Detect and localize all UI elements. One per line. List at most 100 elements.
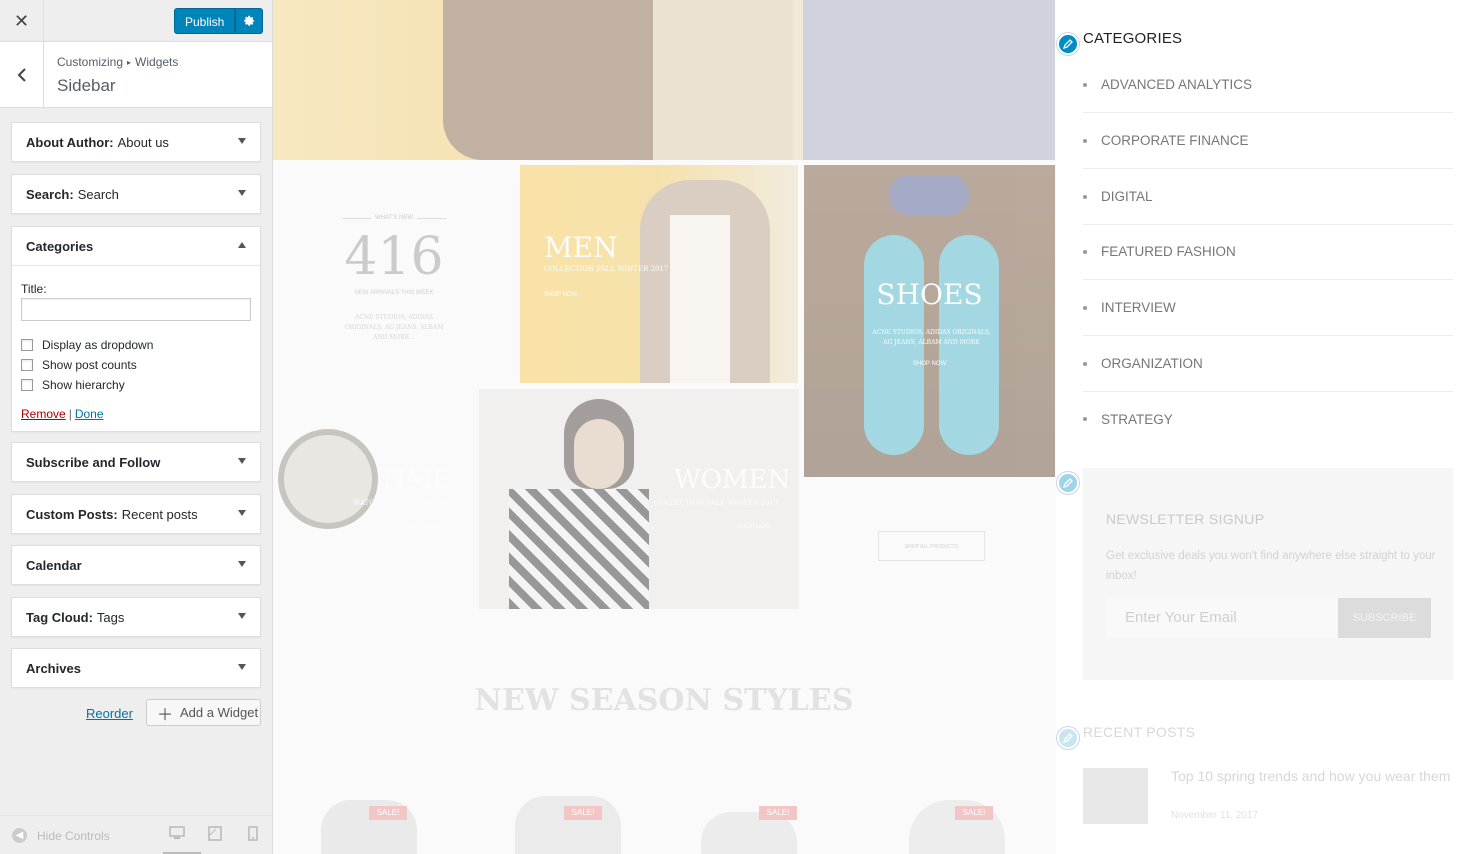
bullet	[1083, 249, 1087, 254]
subscribe-button[interactable]: SUBSCRIBE	[1338, 598, 1431, 638]
men-shirt	[670, 215, 730, 383]
category-label: FEATURED FASHION	[1101, 244, 1236, 259]
widget-header[interactable]: Calendar	[12, 546, 260, 584]
widget-custom-posts[interactable]: Custom Posts: Recent posts	[11, 494, 261, 534]
email-field[interactable]: Enter Your Email	[1106, 598, 1338, 638]
done-link[interactable]: Done	[75, 407, 104, 421]
customizer-panel: ✕ Publish Customizing ▸ Widgets Sidebar Ab…	[0, 0, 273, 854]
title-label: Title:	[21, 282, 47, 296]
option-hierarchy[interactable]: Show hierarchy	[21, 377, 251, 393]
widget-subtitle: Recent posts	[121, 506, 198, 522]
shop-all-button[interactable]: SHOP ALL PRODUCTS	[878, 531, 985, 561]
edit-shortcut-icon[interactable]	[1057, 33, 1079, 55]
expand-arrow-icon[interactable]	[238, 190, 246, 196]
remove-link[interactable]: Remove	[21, 407, 66, 421]
checkbox[interactable]	[21, 359, 33, 371]
widget-header[interactable]: Search: Search	[12, 175, 260, 213]
shoes-cta[interactable]: SHOP NOW	[804, 361, 1055, 367]
women-subtitle: COLLECTION FALL WINTER 2017	[654, 499, 779, 507]
category-item[interactable]: CORPORATE FINANCE	[1083, 113, 1453, 169]
expand-arrow-icon[interactable]	[238, 510, 246, 516]
widget-subscribe-follow[interactable]: Subscribe and Follow	[11, 442, 261, 482]
widget-title: Search:	[26, 186, 74, 202]
gear-icon[interactable]	[235, 8, 264, 34]
sale-badge: SALE!	[369, 806, 407, 820]
expand-arrow-icon[interactable]	[238, 138, 246, 144]
category-label: CORPORATE FINANCE	[1101, 133, 1249, 148]
men-cta[interactable]: SHOP NOW	[544, 292, 577, 298]
page-title: Sidebar	[57, 76, 116, 95]
promo-men[interactable]: MEN COLLECTION FALL WINTER 2017 SHOP NOW	[520, 165, 798, 383]
reorder-link[interactable]: Reorder	[86, 706, 133, 721]
expand-arrow-icon[interactable]	[238, 664, 246, 670]
plus-icon: ＋	[157, 706, 174, 724]
men-title: MEN	[544, 231, 618, 264]
edit-shortcut-icon[interactable]	[1057, 472, 1079, 494]
new-arrivals-label: NEW ARRIVALS THIS WEEK	[354, 290, 434, 296]
category-label: ORGANIZATION	[1101, 356, 1203, 371]
option-post-counts[interactable]: Show post counts	[21, 357, 251, 373]
edit-shortcut-icon[interactable]	[1057, 727, 1079, 749]
checkbox[interactable]	[21, 339, 33, 351]
promo-women[interactable]: WOMEN COLLECTION FALL WINTER 2017 SHOP N…	[479, 389, 799, 609]
bowtie	[889, 175, 969, 215]
widget-header[interactable]: Subscribe and Follow	[12, 443, 260, 481]
title-input[interactable]	[21, 298, 251, 321]
time-subtitle: WATCH COLLECTION 2017	[353, 499, 454, 507]
bullet	[1083, 417, 1087, 421]
breadcrumb: Customizing ▸ Widgets	[57, 55, 178, 69]
category-item[interactable]: STRATEGY	[1083, 391, 1453, 447]
widget-tag-cloud[interactable]: Tag Cloud: Tags	[11, 597, 261, 637]
publish-button[interactable]: Publish	[174, 8, 236, 34]
widget-header[interactable]: Archives	[12, 649, 260, 687]
hero-image-blue	[803, 0, 1055, 160]
desktop-preview-icon[interactable]	[163, 826, 201, 854]
widget-title: Custom Posts:	[26, 506, 118, 522]
option-dropdown[interactable]: Display as dropdown	[21, 337, 251, 353]
newsletter-widget: NEWSLETTER SIGNUP Get exclusive deals yo…	[1083, 468, 1453, 680]
close-icon[interactable]: ✕	[0, 0, 44, 42]
hide-controls-label: Hide Controls	[37, 828, 110, 843]
mobile-preview-icon[interactable]	[248, 826, 258, 846]
post-thumbnail[interactable]	[1083, 768, 1148, 824]
time-cta[interactable]: SHOP NOW	[406, 524, 439, 530]
time-title: TIME	[378, 465, 452, 495]
widget-header[interactable]: Custom Posts: Recent posts	[12, 495, 260, 533]
product-image[interactable]	[515, 796, 621, 854]
category-item[interactable]: FEATURED FASHION	[1083, 224, 1453, 280]
women-dress	[509, 489, 649, 609]
add-widget-button[interactable]: ＋ Add a Widget	[146, 699, 261, 726]
category-item[interactable]: DIGITAL	[1083, 169, 1453, 225]
women-cta[interactable]: SHOP NOW	[737, 524, 770, 530]
widget-archives[interactable]: Archives	[11, 648, 261, 688]
widget-search[interactable]: Search: Search	[11, 174, 261, 214]
category-item[interactable]: INTERVIEW	[1083, 280, 1453, 336]
widget-header[interactable]: Tag Cloud: Tags	[12, 598, 260, 636]
recent-post-link[interactable]: Top 10 spring trends and how you wear th…	[1171, 768, 1456, 785]
promo-new-arrivals[interactable]: WHAT'S NEW 416 NEW ARRIVALS THIS WEEK AC…	[273, 165, 515, 385]
promo-shoes[interactable]: SHOES ACNE STUDIOS, ADIDAS ORIGINALS, AG…	[804, 165, 1055, 477]
category-item[interactable]: ORGANIZATION	[1083, 336, 1453, 392]
widget-title: Categories	[26, 238, 94, 254]
checkbox[interactable]	[21, 379, 33, 391]
add-widget-label: Add a Widget	[180, 705, 259, 720]
shoes-title: SHOES	[876, 278, 983, 311]
expand-arrow-icon[interactable]	[238, 561, 246, 567]
sale-badge: SALE!	[564, 806, 602, 820]
section-header: Customizing ▸ Widgets Sidebar	[0, 42, 272, 108]
back-icon[interactable]	[0, 42, 44, 107]
widget-header[interactable]: Categories	[12, 227, 260, 265]
expand-arrow-icon[interactable]	[238, 613, 246, 619]
tablet-preview-icon[interactable]	[208, 826, 222, 846]
category-item[interactable]: ADVANCED ANALYTICS	[1083, 57, 1453, 113]
expand-arrow-icon[interactable]	[238, 458, 246, 464]
widget-header[interactable]: About Author: About us	[12, 123, 260, 161]
widget-about-author[interactable]: About Author: About us	[11, 122, 261, 162]
promo-time[interactable]: TIME WATCH COLLECTION 2017 SHOP NOW	[273, 389, 473, 609]
widget-form: Title: Display as dropdown Show post cou…	[12, 265, 260, 431]
collapse-icon: ◀	[12, 828, 27, 843]
widget-categories[interactable]: Categories Title: Display as dropdown Sh…	[11, 226, 261, 432]
widget-calendar[interactable]: Calendar	[11, 545, 261, 585]
collapse-arrow-icon[interactable]	[238, 242, 246, 248]
hide-controls-button[interactable]: ◀ Hide Controls	[12, 828, 110, 843]
